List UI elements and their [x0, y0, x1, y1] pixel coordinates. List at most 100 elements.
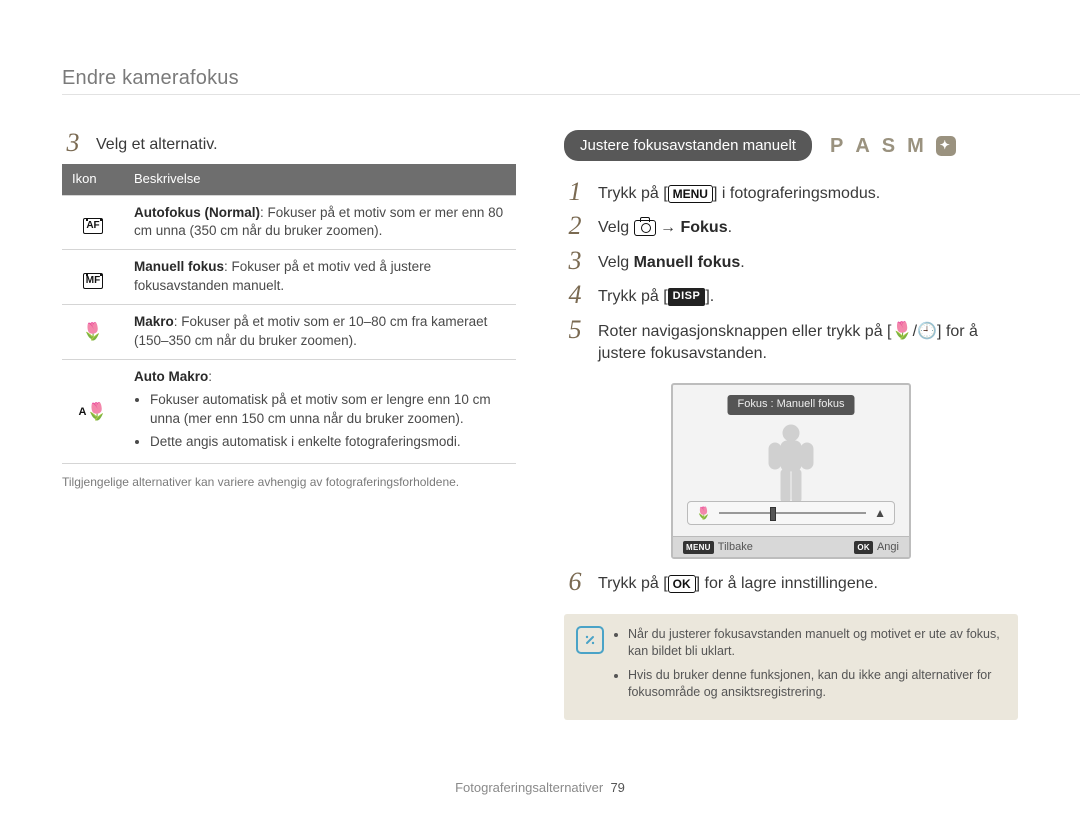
row-desc: Auto Makro: Fokuser automatisk på et mot…: [124, 359, 516, 464]
left-step-3: 3 Velg et alternativ.: [62, 130, 516, 156]
right-step-3: 3 Velg Manuell fokus.: [564, 248, 1018, 274]
row-term: Manuell fokus: [134, 259, 224, 274]
t: ] i fotograferingsmodus.: [713, 185, 880, 202]
row-term: Makro: [134, 314, 174, 329]
t: Trykk på [: [598, 185, 668, 202]
page-body: 3 Velg et alternativ. Ikon Beskrivelse A…: [0, 0, 1080, 775]
macro-icon: 🌷: [62, 305, 124, 360]
list-item: Dette angis automatisk i enkelte fotogra…: [150, 433, 506, 452]
lcd-set-label: Angi: [877, 540, 899, 555]
mode-m: M: [907, 132, 926, 160]
mode-p: P: [830, 132, 845, 160]
step-text: Velg Manuell fokus.: [598, 248, 745, 274]
footer-section: Fotograferingsalternativer: [455, 780, 603, 795]
t: .: [728, 219, 732, 236]
auto-macro-bullets: Fokuser automatisk på et motiv som er le…: [134, 391, 506, 452]
menu-key: MENU: [683, 541, 714, 554]
lcd-set: OK Angi: [854, 540, 899, 555]
t: Trykk på [: [598, 575, 668, 592]
slider-thumb: [770, 507, 776, 521]
note-callout: Når du justerer fokusavstanden manuelt o…: [564, 614, 1018, 720]
slider-infinity-icon: ▲: [874, 505, 886, 522]
row-desc: Manuell fokus: Fokuser på et motiv ved å…: [124, 250, 516, 305]
page-title: Endre kamerafokus: [62, 64, 239, 92]
t: .: [740, 254, 744, 271]
lcd-back: MENU Tilbake: [683, 540, 753, 555]
step-number: 1: [564, 179, 586, 205]
info-icon: [576, 626, 604, 654]
t: →: [656, 219, 681, 236]
step-number: 3: [62, 130, 84, 156]
table-row: 🌷 Makro: Fokuser på et motiv som er 10–8…: [62, 305, 516, 360]
t: ].: [705, 288, 714, 305]
lcd-preview: Fokus : Manuell fokus 🌷 ▲: [671, 383, 911, 559]
right-step-2: 2 Velg → Fokus.: [564, 213, 1018, 239]
row-text: : Fokuser på et motiv som er 10–80 cm fr…: [134, 314, 487, 348]
step-number: 3: [564, 248, 586, 274]
right-step-4: 4 Trykk på [DISP].: [564, 282, 1018, 308]
disp-button-glyph: DISP: [668, 288, 706, 305]
row-term: Autofokus (Normal): [134, 205, 260, 220]
step-number: 2: [564, 213, 586, 239]
step-text: Velg → Fokus.: [598, 213, 732, 239]
ok-button-glyph: OK: [668, 575, 696, 593]
table-row: MF Manuell fokus: Fokuser på et motiv ve…: [62, 250, 516, 305]
menu-button-glyph: MENU: [668, 185, 713, 203]
focus-options-table: Ikon Beskrivelse AF Autofokus (Normal): …: [62, 164, 516, 464]
lcd-subject-figure: [751, 421, 831, 507]
left-column: 3 Velg et alternativ. Ikon Beskrivelse A…: [62, 64, 516, 745]
t: Velg: [598, 219, 634, 236]
step-number: 4: [564, 282, 586, 308]
step-text: Trykk på [MENU] i fotograferingsmodus.: [598, 179, 880, 205]
camera-icon: [634, 220, 656, 236]
t: Fokus: [680, 219, 727, 236]
page-number: 79: [610, 780, 624, 795]
mode-a: A: [855, 132, 871, 160]
timer-button-glyph: 🕘: [917, 323, 937, 340]
th-desc: Beskrivelse: [124, 164, 516, 195]
section-pill: Justere fokusavstanden manuelt: [564, 130, 812, 161]
lcd-bottom-bar: MENU Tilbake OK Angi: [673, 536, 909, 557]
step-number: 5: [564, 317, 586, 343]
t: Velg: [598, 254, 634, 271]
lcd-focus-slider: 🌷 ▲: [687, 501, 895, 525]
t: Trykk på [: [598, 288, 668, 305]
table-row: A🌷 Auto Makro: Fokuser automatisk på et …: [62, 359, 516, 464]
right-step-6: 6 Trykk på [OK] for å lagre innstillinge…: [564, 569, 1018, 595]
row-desc: Makro: Fokuser på et motiv som er 10–80 …: [124, 305, 516, 360]
right-step-1: 1 Trykk på [MENU] i fotograferingsmodus.: [564, 179, 1018, 205]
auto-macro-icon: A🌷: [62, 359, 124, 464]
mode-magic-icon: ✦: [936, 136, 956, 156]
section-header: Justere fokusavstanden manuelt P A S M ✦: [564, 130, 1018, 161]
lcd-badge: Fokus : Manuell fokus: [728, 395, 855, 414]
mode-s: S: [882, 132, 897, 160]
step-number: 6: [564, 569, 586, 595]
left-footnote: Tilgjengelige alternativer kan variere a…: [62, 474, 516, 491]
th-icon: Ikon: [62, 164, 124, 195]
row-desc: Autofokus (Normal): Fokuser på et motiv …: [124, 195, 516, 250]
slider-track: [719, 512, 866, 514]
right-step-5: 5 Roter navigasjonsknappen eller trykk p…: [564, 317, 1018, 366]
step-text: Velg et alternativ.: [96, 130, 218, 156]
page-footer: Fotograferingsalternativer 79: [0, 779, 1080, 797]
list-item: Hvis du bruker denne funksjonen, kan du …: [628, 667, 1004, 702]
row-term: Auto Makro: [134, 369, 208, 384]
list-item: Fokuser automatisk på et motiv som er le…: [150, 391, 506, 429]
slider-macro-icon: 🌷: [696, 507, 711, 519]
step-text: Trykk på [OK] for å lagre innstillingene…: [598, 569, 878, 595]
t: Manuell fokus: [634, 254, 741, 271]
macro-button-glyph: 🌷: [892, 321, 913, 340]
lcd-back-label: Tilbake: [718, 540, 753, 555]
note-list: Når du justerer fokusavstanden manuelt o…: [614, 626, 1004, 702]
t: ] for å lagre innstillingene.: [696, 575, 878, 592]
row-text: :: [208, 369, 212, 384]
mf-icon: MF: [62, 250, 124, 305]
mode-indicators: P A S M ✦: [830, 132, 956, 160]
table-row: AF Autofokus (Normal): Fokuser på et mot…: [62, 195, 516, 250]
right-column: Justere fokusavstanden manuelt P A S M ✦…: [564, 64, 1018, 745]
step-text: Roter navigasjonsknappen eller trykk på …: [598, 317, 1018, 366]
ok-key: OK: [854, 541, 873, 554]
step-text: Trykk på [DISP].: [598, 282, 714, 308]
list-item: Når du justerer fokusavstanden manuelt o…: [628, 626, 1004, 661]
t: Roter navigasjonsknappen eller trykk på …: [598, 323, 892, 340]
